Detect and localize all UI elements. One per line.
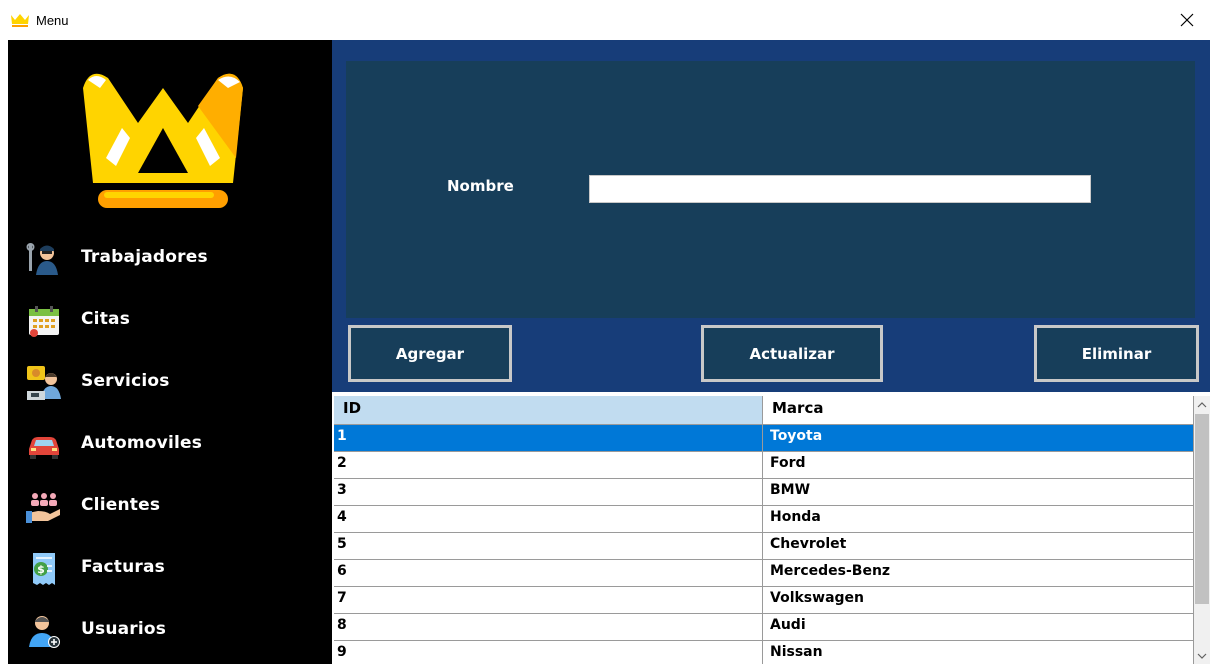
service-desk-icon: [27, 366, 61, 400]
cell-id[interactable]: 3: [334, 479, 763, 506]
sidebar-item-label: Automoviles: [81, 433, 203, 453]
scrollbar-thumb[interactable]: [1195, 414, 1209, 604]
sidebar-item-clientes[interactable]: Clientes: [8, 483, 332, 531]
title-bar: Menu: [0, 0, 1210, 40]
close-icon: [1180, 13, 1194, 27]
eliminar-button[interactable]: Eliminar: [1034, 325, 1199, 382]
svg-text:$: $: [37, 563, 45, 576]
cell-id[interactable]: 5: [334, 533, 763, 560]
cell-id[interactable]: 1: [334, 425, 763, 452]
vertical-scrollbar[interactable]: [1194, 396, 1210, 664]
cell-id[interactable]: 4: [334, 506, 763, 533]
form-fields-panel: Nombre: [346, 61, 1195, 318]
invoice-dollar-icon: $: [33, 553, 55, 585]
cell-id[interactable]: 8: [334, 614, 763, 641]
sidebar-item-facturas[interactable]: $ Facturas: [8, 545, 332, 593]
table-row[interactable]: 2 Ford: [334, 452, 1194, 479]
clients-hand-icon: [26, 493, 60, 523]
mechanic-worker-icon: [26, 243, 58, 275]
sidebar-item-label: Citas: [81, 309, 131, 329]
cell-marca[interactable]: Honda: [763, 506, 1194, 533]
column-header-id[interactable]: ID: [334, 396, 763, 425]
cell-marca[interactable]: Ford: [763, 452, 1194, 479]
window-title: Menu: [36, 13, 69, 28]
table-body: 1 Toyota 2 Ford 3 BMW 4 Honda 5 Chevrolet 6 Mercede…: [334, 425, 1194, 664]
sidebar-item-usuarios[interactable]: Usuarios: [8, 607, 332, 655]
scroll-up-button[interactable]: [1194, 396, 1210, 413]
table-row[interactable]: 4 Honda: [334, 506, 1194, 533]
cell-marca[interactable]: Mercedes-Benz: [763, 560, 1194, 587]
table-row[interactable]: 6 Mercedes-Benz: [334, 560, 1194, 587]
column-header-marca[interactable]: Marca: [763, 396, 1194, 425]
nombre-label: Nombre: [447, 177, 514, 195]
sidebar-item-label: Servicios: [81, 371, 170, 391]
sidebar-item-servicios[interactable]: Servicios: [8, 359, 332, 407]
car-icon: [29, 437, 59, 459]
cell-marca[interactable]: Toyota: [763, 425, 1194, 452]
close-button[interactable]: [1164, 0, 1210, 40]
agregar-button[interactable]: Agregar: [348, 325, 512, 382]
scroll-down-button[interactable]: [1194, 647, 1210, 664]
cell-marca[interactable]: Chevrolet: [763, 533, 1194, 560]
table-row[interactable]: 9 Nissan: [334, 641, 1194, 664]
cell-id[interactable]: 7: [334, 587, 763, 614]
add-user-icon: [29, 616, 60, 648]
cell-id[interactable]: 2: [334, 452, 763, 479]
cell-marca[interactable]: Audi: [763, 614, 1194, 641]
table-header: ID Marca: [334, 396, 1194, 425]
crown-logo: [83, 73, 243, 208]
table-row[interactable]: 1 Toyota: [334, 425, 1194, 452]
cell-id[interactable]: 9: [334, 641, 763, 664]
sidebar: Trabajadores Citas Servicios Automoviles…: [8, 40, 332, 664]
table-row[interactable]: 3 BMW: [334, 479, 1194, 506]
cell-marca[interactable]: BMW: [763, 479, 1194, 506]
table-row[interactable]: 5 Chevrolet: [334, 533, 1194, 560]
sidebar-item-label: Facturas: [81, 557, 165, 577]
actualizar-button[interactable]: Actualizar: [701, 325, 883, 382]
sidebar-item-trabajadores[interactable]: Trabajadores: [8, 235, 332, 283]
chevron-down-icon: [1197, 653, 1207, 659]
brands-table[interactable]: ID Marca 1 Toyota 2 Ford 3 BMW 4 Honda 5 Chevrole…: [334, 396, 1210, 664]
nombre-input[interactable]: [589, 175, 1091, 203]
cell-marca[interactable]: Volkswagen: [763, 587, 1194, 614]
cell-id[interactable]: 6: [334, 560, 763, 587]
crown-icon: [11, 14, 29, 27]
sidebar-item-citas[interactable]: Citas: [8, 297, 332, 345]
sidebar-item-label: Trabajadores: [81, 247, 208, 267]
table-row[interactable]: 7 Volkswagen: [334, 587, 1194, 614]
sidebar-item-automoviles[interactable]: Automoviles: [8, 421, 332, 469]
chevron-up-icon: [1197, 401, 1207, 407]
calendar-icon: [29, 306, 59, 337]
table-row[interactable]: 8 Audi: [334, 614, 1194, 641]
form-panel: Nombre Agregar Actualizar Eliminar: [332, 40, 1210, 392]
cell-marca[interactable]: Nissan: [763, 641, 1194, 664]
sidebar-item-label: Usuarios: [81, 619, 167, 639]
sidebar-item-label: Clientes: [81, 495, 161, 515]
